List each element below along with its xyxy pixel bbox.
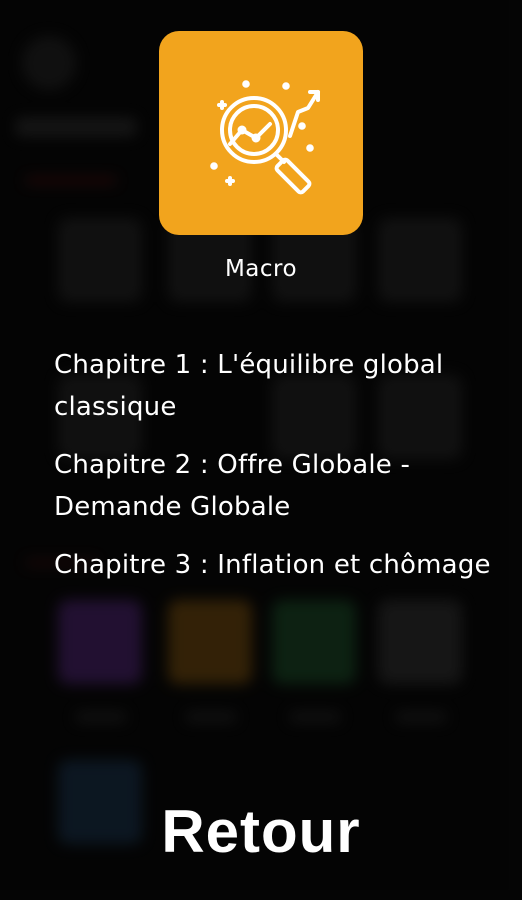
screen: Macro Chapitre 1 : L'équilibre global cl… [0,0,522,900]
magnifier-chart-icon [210,80,320,195]
chapter-item-1[interactable]: Chapitre 1 : L'équilibre global classiqu… [54,344,514,428]
app-card [159,31,363,235]
chapter-list: Chapitre 1 : L'équilibre global classiqu… [54,344,514,602]
chapter-item-2[interactable]: Chapitre 2 : Offre Globale - Demande Glo… [54,444,514,528]
app-name: Macro [224,256,298,282]
chapter-item-3[interactable]: Chapitre 3 : Inflation et chômage [54,544,514,586]
back-button[interactable]: Retour [0,792,522,872]
